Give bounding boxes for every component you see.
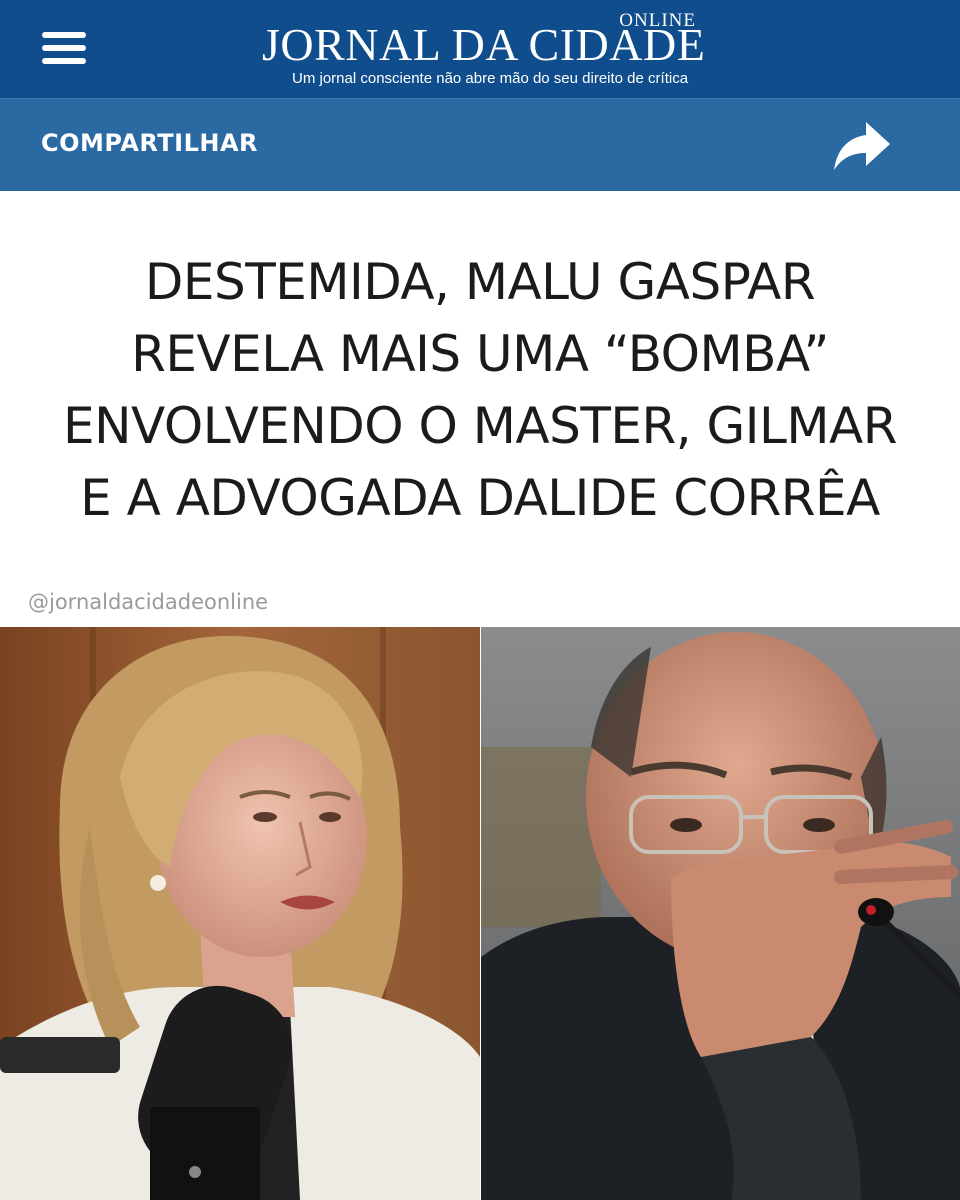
site-logo[interactable]: ONLINE JORNAL DA CIDADE Um jornal consci… — [258, 8, 706, 92]
top-header: ONLINE JORNAL DA CIDADE Um jornal consci… — [0, 0, 960, 98]
share-arrow-icon[interactable] — [832, 120, 892, 172]
photo-woman-illustration — [0, 627, 480, 1200]
article-headline: DESTEMIDA, MALU GASPAR REVELA MAIS UMA “… — [40, 246, 920, 534]
share-label[interactable]: COMPARTILHAR — [41, 129, 258, 157]
logo-title: JORNAL DA CIDADE — [262, 19, 706, 70]
photo-man-covering-face — [481, 627, 960, 1200]
logo-tagline: Um jornal consciente não abre mão do seu… — [292, 70, 689, 87]
photo-woman-microphone — [0, 627, 480, 1200]
hamburger-menu-icon[interactable] — [36, 28, 92, 68]
social-handle: @jornaldacidadeonline — [28, 590, 269, 614]
headline-line: E A ADVOGADA DALIDE CORRÊA — [80, 469, 880, 527]
share-bar: COMPARTILHAR — [0, 98, 960, 191]
headline-line: REVELA MAIS UMA “BOMBA” — [131, 325, 829, 383]
headline-line: DESTEMIDA, MALU GASPAR — [144, 253, 816, 311]
photo-man-illustration — [481, 627, 960, 1200]
headline-line: ENVOLVENDO O MASTER, GILMAR — [63, 397, 897, 455]
